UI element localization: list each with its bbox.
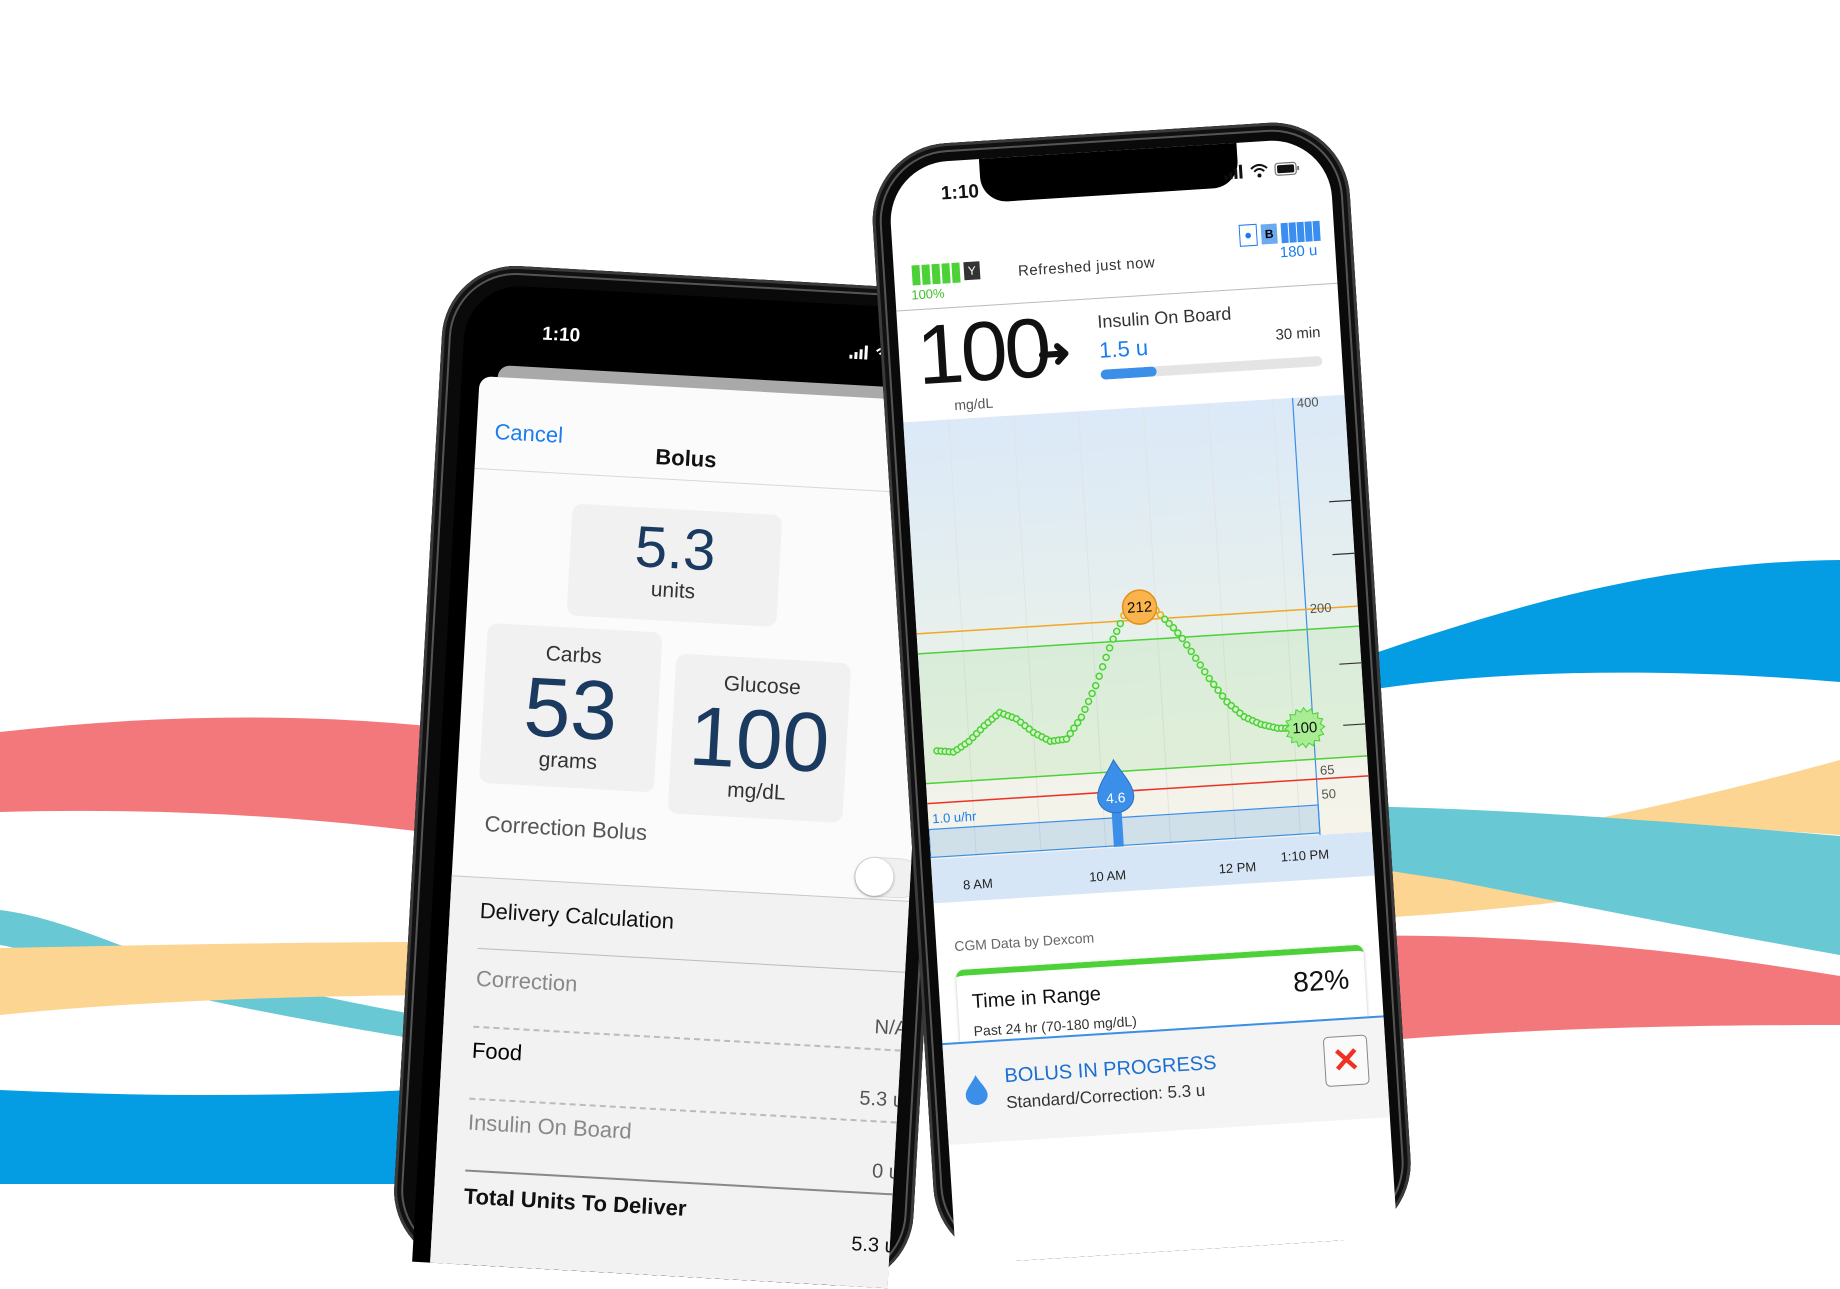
calc-row-iob: Insulin On Board 0 u <box>465 1109 907 1196</box>
calc-row-food: Food 5.3 u <box>469 1037 911 1125</box>
cgm-reading <box>1102 653 1110 662</box>
calc-label: Total Units To Deliver <box>463 1183 688 1221</box>
insulin-drop-icon: ● <box>1238 223 1258 247</box>
cgm-reading <box>1105 644 1114 652</box>
status-time: 1:10 <box>940 181 980 205</box>
iob-value: 1.5 u <box>1098 334 1149 363</box>
cgm-reading <box>1183 641 1191 649</box>
basal-rate-label: 1.0 u/hr <box>932 808 978 826</box>
cgm-reading <box>1091 681 1100 690</box>
insulin-drop-icon <box>965 1075 988 1106</box>
cgm-battery-icon <box>911 262 961 286</box>
glucose-unit: mg/dL <box>953 394 994 414</box>
cgm-reading <box>1191 654 1200 662</box>
cgm-reading <box>1187 647 1195 656</box>
status-screen: 1:10 Y 100% Refreshed just now ● B 180 u… <box>887 137 1398 1265</box>
bolus-label: 4.6 <box>1106 789 1127 806</box>
signal-icon <box>1224 164 1243 180</box>
glucose-marker-label: 100 <box>1292 719 1318 738</box>
tir-title: Time in Range <box>971 983 1102 1014</box>
tir-value: 82% <box>1292 963 1351 998</box>
iob-title: Insulin On Board <box>1096 303 1232 332</box>
ribbon-red-right <box>1340 935 1840 1044</box>
carbs-card[interactable]: Carbs 53 grams <box>478 622 663 793</box>
reservoir-units: 180 u <box>1279 242 1318 262</box>
bolus-units-card[interactable]: 5.3 units <box>566 503 783 627</box>
bolus-sheet: Cancel Bolus Ne 5.3 units Carbs 53 grams… <box>430 376 943 1289</box>
cgm-reading <box>1095 672 1103 680</box>
cgm-reading <box>1196 661 1204 669</box>
pump-mode-badge: B <box>1260 223 1278 245</box>
bolus-screen: 1:10 Cancel Bolus Ne 5.3 units Carbs 53 … <box>412 283 943 1289</box>
ribbon-blue-right <box>1340 560 1840 695</box>
right-phone: 1:10 Y 100% Refreshed just now ● B 180 u… <box>868 117 1416 1266</box>
y-tick-label: 200 <box>1309 600 1332 616</box>
left-phone: 1:10 Cancel Bolus Ne 5.3 units Carbs 53 … <box>390 262 966 1289</box>
cgm-reading <box>1116 619 1125 628</box>
cgm-reading <box>1174 629 1182 637</box>
delivery-calculation-title: Delivery Calculation <box>479 897 675 934</box>
trend-arrow-right-icon: ➜ <box>1035 330 1073 377</box>
cgm-reading <box>1109 635 1117 643</box>
page-title: Bolus <box>654 444 718 473</box>
ribbon-yellow-left <box>0 942 446 1015</box>
glucose-value: 100 <box>686 688 832 791</box>
calc-row-total: Total Units To Deliver 5.3 u <box>461 1183 902 1267</box>
cgm-reading <box>1088 689 1096 698</box>
wifi-icon <box>1250 163 1268 178</box>
ribbon-blue-left <box>0 1088 446 1184</box>
cgm-reading <box>1205 674 1213 683</box>
cgm-reading <box>1081 705 1089 714</box>
toggle-knob <box>854 856 895 897</box>
cgm-reading <box>1214 686 1222 694</box>
correction-bolus-label: Correction Bolus <box>484 811 648 846</box>
x-tick-label: 12 PM <box>1218 859 1256 876</box>
x-tick-label: 10 AM <box>1089 867 1127 884</box>
cgm-reading <box>1218 692 1227 700</box>
glucose-marker-label: 212 <box>1127 598 1153 617</box>
delivery-calculation: Delivery Calculation Correction N/A Food… <box>430 875 920 1289</box>
calc-label: Insulin On Board <box>467 1109 633 1144</box>
cancel-bolus-button[interactable]: ✕ <box>1322 1034 1370 1088</box>
carbs-value: 53 <box>521 659 621 759</box>
cancel-button[interactable]: Cancel <box>494 419 564 449</box>
iob-progress-fill <box>1100 366 1157 380</box>
cgm-reading <box>1200 667 1209 676</box>
status-time: 1:10 <box>541 323 581 347</box>
x-tick-label: 1:10 PM <box>1280 846 1329 864</box>
x-tick-label: 8 AM <box>963 876 994 893</box>
cgm-antenna-icon: Y <box>963 261 981 281</box>
cgm-reading <box>1077 713 1086 721</box>
calc-label: Food <box>471 1037 523 1066</box>
glucose-card[interactable]: Glucose 100 mg/dL <box>667 653 852 823</box>
battery-icon <box>1274 161 1300 176</box>
cgm-battery-percent: 100% <box>910 285 945 303</box>
cgm-reading <box>1112 627 1121 636</box>
cgm-reading <box>1084 697 1093 706</box>
y-tick-label: 50 <box>1321 786 1336 802</box>
cgm-reading <box>1098 663 1107 671</box>
correction-bolus-row: Correction Bolus <box>452 793 923 900</box>
y-tick-label: 400 <box>1296 395 1319 411</box>
calc-row-correction: Correction N/A <box>473 965 915 1053</box>
ribbon-red-left <box>0 717 446 835</box>
y-tick-label: 65 <box>1319 762 1334 778</box>
glucose-chart[interactable]: 50 65 200 400 1.0 u/hr 4.6 212 100 8 AM 10 AM 1… <box>903 394 1377 952</box>
device-status-hud[interactable]: Y 100% Refreshed just now ● B 180 u <box>891 204 1338 312</box>
reservoir-level-icon <box>1280 220 1321 244</box>
current-glucose-value: 100 <box>914 300 1051 403</box>
calc-label: Correction <box>475 965 579 997</box>
iob-remaining: 30 min <box>1274 323 1322 344</box>
cgm-reading <box>1178 634 1187 643</box>
cgm-reading <box>1209 680 1218 689</box>
refresh-status: Refreshed just now <box>1017 254 1156 280</box>
signal-icon <box>849 345 868 360</box>
